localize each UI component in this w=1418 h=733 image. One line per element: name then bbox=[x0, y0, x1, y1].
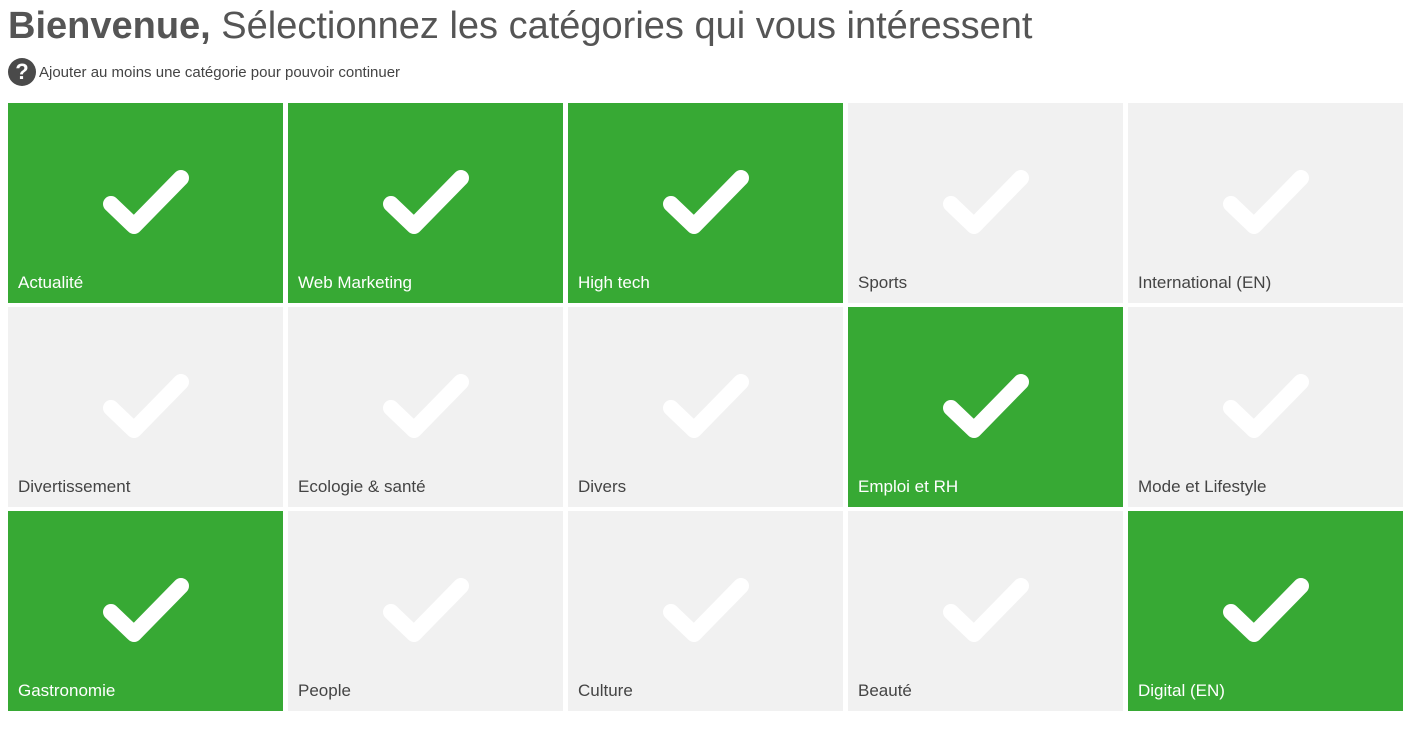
category-tile[interactable]: International (EN) bbox=[1128, 103, 1403, 303]
check-icon bbox=[1222, 374, 1309, 438]
category-tile[interactable]: Divers bbox=[568, 307, 843, 507]
page-title: Bienvenue, Sélectionnez les catégories q… bbox=[8, 4, 1032, 48]
category-tile[interactable]: Mode et Lifestyle bbox=[1128, 307, 1403, 507]
category-tile[interactable]: People bbox=[288, 511, 563, 711]
category-label: Digital (EN) bbox=[1138, 681, 1225, 700]
category-label: Culture bbox=[578, 681, 633, 700]
category-tile[interactable]: Web Marketing bbox=[288, 103, 563, 303]
category-tile[interactable]: Actualité bbox=[8, 103, 283, 303]
category-grid: Actualité Web Marketing High tech Sports Int… bbox=[8, 103, 1403, 711]
check-icon bbox=[942, 578, 1029, 642]
check-icon bbox=[382, 170, 469, 234]
category-tile[interactable]: Divertissement bbox=[8, 307, 283, 507]
category-label: International (EN) bbox=[1138, 273, 1272, 292]
category-label: Divers bbox=[578, 477, 627, 496]
check-icon bbox=[382, 374, 469, 438]
hint-text: Ajouter au moins une catégorie pour pouv… bbox=[39, 63, 401, 81]
check-icon bbox=[102, 170, 189, 234]
check-icon bbox=[1222, 578, 1309, 642]
category-tile[interactable]: Gastronomie bbox=[8, 511, 283, 711]
category-label: Beauté bbox=[858, 681, 912, 700]
category-tile[interactable]: Ecologie & santé bbox=[288, 307, 563, 507]
category-tile[interactable]: Culture bbox=[568, 511, 843, 711]
check-icon bbox=[942, 170, 1029, 234]
category-tile[interactable]: Sports bbox=[848, 103, 1123, 303]
category-label: Gastronomie bbox=[18, 681, 116, 700]
category-label: Sports bbox=[858, 273, 908, 292]
check-icon bbox=[662, 374, 749, 438]
category-label: Actualité bbox=[18, 273, 84, 292]
category-tile[interactable]: High tech bbox=[568, 103, 843, 303]
category-label: Emploi et RH bbox=[858, 477, 959, 496]
category-selection-page: Bienvenue, Sélectionnez les catégories q… bbox=[0, 0, 1418, 733]
category-label: Web Marketing bbox=[298, 273, 413, 292]
page-title-rest: Sélectionnez les catégories qui vous int… bbox=[210, 5, 1033, 47]
check-icon bbox=[382, 578, 469, 642]
category-tile[interactable]: Digital (EN) bbox=[1128, 511, 1403, 711]
category-label: Divertissement bbox=[18, 477, 131, 496]
question-circle-icon[interactable]: ? bbox=[8, 58, 36, 86]
page-title-strong: Bienvenue, bbox=[8, 5, 211, 47]
check-icon bbox=[102, 374, 189, 438]
check-icon bbox=[662, 170, 749, 234]
category-label: People bbox=[298, 681, 351, 700]
category-label: High tech bbox=[578, 273, 650, 292]
check-icon bbox=[662, 578, 749, 642]
check-icon bbox=[102, 578, 189, 642]
category-label: Mode et Lifestyle bbox=[1138, 477, 1267, 496]
category-label: Ecologie & santé bbox=[298, 477, 426, 496]
hint-row: ? Ajouter au moins une catégorie pour po… bbox=[8, 58, 400, 86]
check-icon bbox=[942, 374, 1029, 438]
check-icon bbox=[1222, 170, 1309, 234]
category-tile[interactable]: Beauté bbox=[848, 511, 1123, 711]
category-tile[interactable]: Emploi et RH bbox=[848, 307, 1123, 507]
